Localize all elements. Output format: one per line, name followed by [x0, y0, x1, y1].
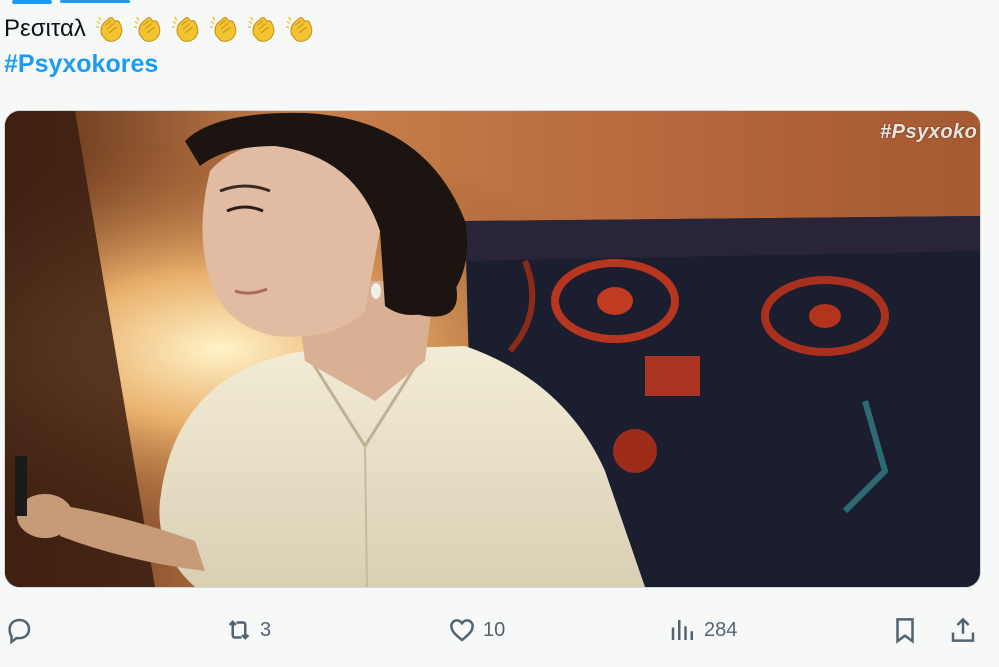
- bookmark-icon: [896, 618, 914, 644]
- reply-button[interactable]: [4, 606, 34, 654]
- like-count: 10: [483, 618, 506, 641]
- truncated-previous-line: [0, 0, 160, 6]
- share-icon: [951, 617, 975, 642]
- bookmark-button[interactable]: [890, 606, 920, 654]
- share-button[interactable]: [948, 606, 978, 654]
- views-icon: [671, 620, 693, 640]
- retweet-icon: [228, 620, 250, 640]
- tweet-text-line: Ρεσιταλ: [4, 12, 322, 46]
- video-media[interactable]: #Psyxokores: [4, 110, 981, 588]
- tweet-text: Ρεσιταλ #Psyxokores: [4, 12, 322, 81]
- hashtag-link[interactable]: #Psyxokores: [4, 47, 322, 81]
- reply-icon: [8, 618, 31, 645]
- tweet-word: Ρεσιταλ: [4, 15, 86, 42]
- views-count: 284: [704, 618, 738, 641]
- emoji-row: [94, 14, 322, 44]
- video-frame: [5, 111, 980, 587]
- like-button[interactable]: 10: [447, 606, 505, 654]
- clapping-hands-icon: [209, 16, 237, 42]
- clapping-hands-icon: [95, 16, 123, 42]
- clapping-hands-icon: [133, 16, 161, 42]
- clapping-hands-icon: [171, 16, 199, 42]
- views-button[interactable]: 284: [668, 606, 737, 654]
- retweet-button[interactable]: 3: [224, 606, 271, 654]
- tweet-actions-bar: 3 10 284: [0, 606, 999, 654]
- heart-icon: [450, 619, 474, 642]
- retweet-count: 3: [260, 618, 272, 641]
- video-watermark: #Psyxokores: [880, 121, 978, 143]
- clapping-hands-icon: [247, 16, 275, 42]
- clapping-hands-icon: [285, 16, 313, 42]
